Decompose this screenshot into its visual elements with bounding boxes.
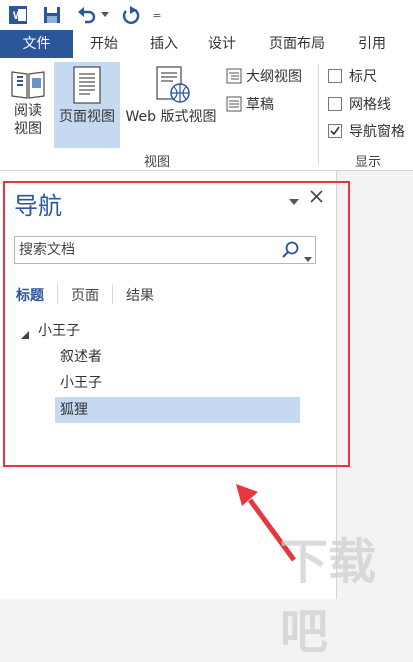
ruler-label: 标尺 [349, 69, 377, 85]
heading-item[interactable]: 小王子 [55, 370, 300, 396]
gridlines-label: 网格线 [349, 97, 391, 113]
draft-label: 草稿 [246, 97, 274, 113]
search-document-field[interactable] [14, 236, 316, 264]
tab-results[interactable]: 结果 [126, 285, 154, 305]
tab-file[interactable]: 文件 [0, 30, 73, 58]
print-layout-icon [73, 66, 101, 104]
draft-button[interactable]: 草稿 [226, 94, 274, 114]
web-layout-label: Web 版式视图 [125, 109, 217, 125]
print-layout-label: 页面视图 [59, 109, 115, 125]
ribbon-tabs: 文件 开始 插入 设计 页面布局 引用 [0, 30, 413, 58]
web-layout-button[interactable]: Web 版式视图 [122, 64, 220, 148]
search-icon[interactable] [281, 241, 301, 263]
tab-page-layout[interactable]: 页面布局 [258, 30, 336, 58]
checkmark-icon [328, 124, 342, 138]
pane-options-dropdown-icon[interactable] [288, 192, 300, 211]
draft-icon [226, 96, 242, 112]
heading-item-root[interactable]: 小王子 [38, 318, 80, 344]
tab-design[interactable]: 设计 [198, 30, 246, 58]
collapse-triangle-icon[interactable] [20, 325, 30, 344]
save-icon[interactable] [40, 4, 64, 26]
tab-divider [112, 284, 113, 304]
close-icon[interactable] [309, 189, 324, 208]
tab-headings[interactable]: 标题 [16, 285, 44, 305]
heading-item-selected[interactable]: 狐狸 [55, 397, 300, 423]
heading-item[interactable]: 叙述者 [55, 344, 300, 370]
group-divider [318, 64, 319, 164]
svg-text:W: W [13, 10, 24, 22]
views-group-label: 视图 [144, 155, 171, 170]
tab-divider [57, 284, 58, 304]
redo-icon[interactable] [120, 4, 142, 26]
undo-icon[interactable] [76, 4, 98, 26]
ruler-checkbox-box [328, 69, 342, 83]
navigation-pane-label: 导航窗格 [349, 124, 405, 140]
tab-insert[interactable]: 插入 [140, 30, 188, 58]
outline-button[interactable]: 大纲视图 [226, 66, 302, 86]
watermark-logo: 下载吧 [280, 534, 377, 660]
gridlines-checkbox[interactable]: 网格线 [328, 94, 391, 114]
outline-label: 大纲视图 [246, 69, 302, 85]
quick-access-toolbar: W = [0, 0, 413, 30]
outline-icon [226, 68, 242, 84]
gridlines-checkbox-box [328, 97, 342, 111]
search-dropdown-icon[interactable] [304, 248, 312, 267]
navigation-pane-title: 导航 [14, 192, 62, 220]
print-layout-button[interactable]: 页面视图 [54, 62, 120, 148]
read-mode-label-2: 视图 [14, 121, 42, 137]
word-app-icon[interactable]: W [6, 4, 30, 26]
show-group-label: 显示 [355, 155, 382, 170]
tab-pages[interactable]: 页面 [71, 285, 99, 305]
undo-dropdown-icon[interactable] [100, 4, 110, 26]
tab-references[interactable]: 引用 [346, 30, 398, 58]
ruler-checkbox[interactable]: 标尺 [328, 66, 377, 86]
read-mode-icon [11, 71, 45, 99]
tab-home[interactable]: 开始 [80, 30, 128, 58]
navigation-pane-checkbox[interactable]: 导航窗格 [328, 121, 405, 141]
customize-qat-icon[interactable]: = [150, 4, 164, 26]
web-layout-icon [156, 66, 190, 103]
ribbon-view: 阅读 视图 页面视图 Web 版式视图 大纲视图 草稿 视图 标尺 网格线 导航… [0, 58, 413, 171]
read-mode-label: 阅读 [14, 103, 42, 119]
read-mode-button[interactable]: 阅读 视图 [6, 64, 50, 148]
search-input[interactable] [19, 240, 269, 260]
